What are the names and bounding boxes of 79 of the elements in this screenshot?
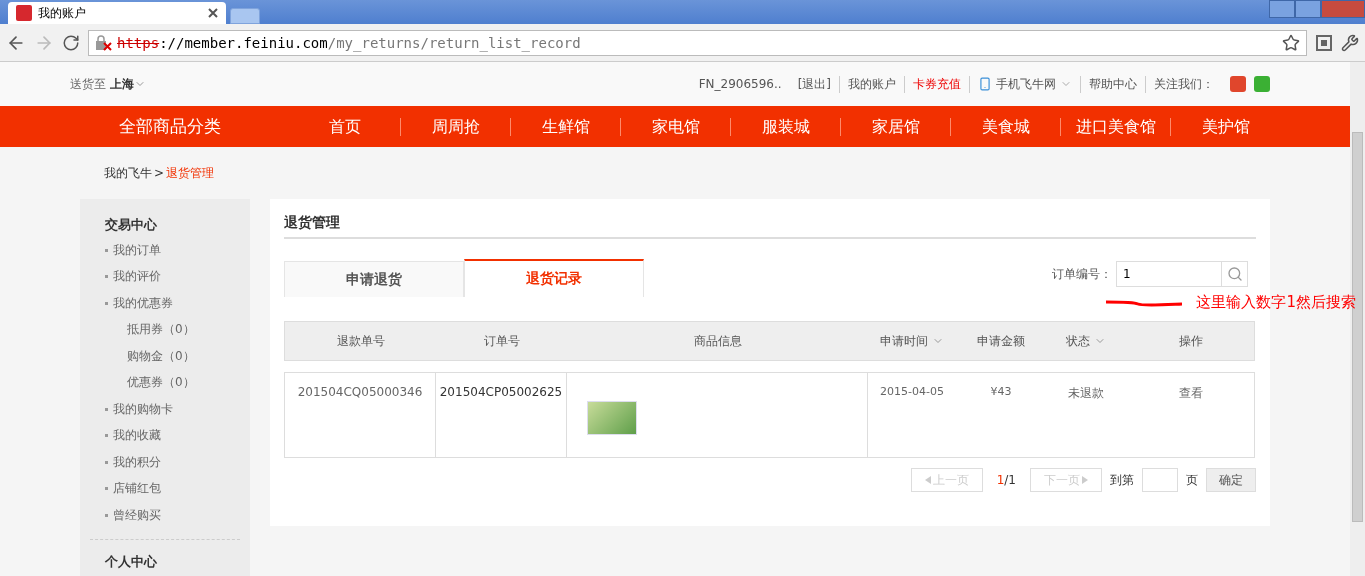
sidebar-item[interactable]: 曾经购买: [105, 502, 250, 529]
sidebar-item[interactable]: 我的积分: [105, 449, 250, 476]
maximize-button[interactable]: [1295, 0, 1321, 18]
sidebar-item[interactable]: 我的评价: [105, 263, 250, 290]
username[interactable]: FN_2906596..: [690, 77, 790, 91]
sidebar-item[interactable]: 抵用券（0）: [105, 316, 250, 343]
url-text: https://member.feiniu.com/my_returns/return_list_record: [117, 34, 581, 51]
view-link[interactable]: 查看: [1126, 373, 1256, 457]
star-icon[interactable]: [1282, 33, 1300, 52]
search-label: 订单编号：: [1052, 265, 1112, 283]
sidebar-item[interactable]: 我的购物卡: [105, 396, 250, 423]
column-header[interactable]: 申请时间: [868, 332, 956, 350]
close-icon[interactable]: [208, 8, 218, 18]
table-cell: 201504CP05002625: [436, 373, 567, 457]
confirm-button[interactable]: 确定: [1206, 468, 1256, 492]
search-icon: [1226, 266, 1243, 282]
annotation-text: 这里输入数字1然后搜索: [1196, 293, 1356, 312]
search-field[interactable]: 1: [1116, 261, 1222, 287]
new-tab-button[interactable]: [230, 8, 260, 24]
breadcrumb-current: 退货管理: [166, 164, 215, 182]
page-unit: 页: [1186, 471, 1198, 489]
browser-tab[interactable]: 我的账户: [8, 2, 226, 24]
sidebar-heading: 个人中心: [105, 552, 158, 571]
top-link[interactable]: 我的账户: [839, 75, 904, 93]
breadcrumb-separator: >: [154, 166, 165, 180]
table-cell-text: 未退款: [1067, 385, 1105, 402]
sidebar-item[interactable]: 店铺红包: [105, 475, 250, 502]
broken-lock-icon: [95, 34, 113, 51]
reload-icon[interactable]: [62, 33, 80, 52]
column-header[interactable]: 状态: [1046, 332, 1126, 350]
delivery-label: 送货至: [70, 75, 106, 93]
top-link[interactable]: 帮助中心: [1080, 75, 1145, 93]
column-header: 订单号: [482, 332, 521, 350]
site-logo-icon: [16, 5, 32, 21]
nav-item[interactable]: 家居馆: [840, 117, 950, 136]
panel-title: 退货管理: [284, 209, 1256, 239]
phone-icon: [978, 77, 992, 91]
category-menu[interactable]: 全部商品分类: [80, 115, 260, 138]
close-button[interactable]: [1321, 0, 1365, 18]
search-button[interactable]: [1222, 261, 1248, 287]
table-cell-text: 2015-04-05: [879, 384, 945, 400]
nav-item[interactable]: 服装城: [730, 117, 840, 136]
sidebar-heading: 交易中心: [105, 216, 158, 234]
top-link[interactable]: 手机飞牛网: [969, 75, 1080, 93]
column-header: 操作: [1178, 332, 1204, 350]
sidebar-item[interactable]: 我的收藏: [105, 422, 250, 449]
nav-item[interactable]: 美护馆: [1170, 117, 1280, 136]
sidebar-item[interactable]: 购物金（0）: [105, 343, 250, 370]
sidebar-item[interactable]: 优惠券（0）: [105, 369, 250, 396]
top-link[interactable]: 卡券充值: [904, 75, 969, 93]
page-input[interactable]: [1142, 468, 1178, 492]
tab[interactable]: 申请退货: [284, 261, 464, 297]
address-bar[interactable]: https://member.feiniu.com/my_returns/return_list_record: [88, 29, 1307, 56]
column-header: 退款单号: [335, 332, 386, 350]
nav-item[interactable]: 美食城: [950, 117, 1060, 136]
right-triangle-icon: [1082, 476, 1088, 484]
nav-item[interactable]: 周周抢: [400, 117, 510, 136]
nav-item[interactable]: 生鲜馆: [510, 117, 620, 136]
nav-item[interactable]: 家电馆: [620, 117, 730, 136]
column-header: 申请金额: [976, 332, 1026, 350]
breadcrumb-link[interactable]: 我的飞牛: [104, 164, 152, 182]
page-icon[interactable]: [1315, 33, 1333, 52]
photo-placeholder: [587, 401, 637, 435]
sidebar-item[interactable]: 我的订单: [105, 237, 250, 264]
wrench-icon[interactable]: [1341, 33, 1359, 52]
minimize-button[interactable]: [1269, 0, 1295, 18]
column-header: 商品信息: [692, 332, 743, 350]
goto-label: 到第: [1110, 471, 1134, 489]
tab[interactable]: 退货记录: [464, 259, 644, 297]
table-cell-text: ¥43: [989, 384, 1013, 400]
table-cell: 201504CQ05000346: [285, 373, 436, 457]
left-triangle-icon: [924, 476, 931, 484]
delivery-city[interactable]: 上海: [110, 75, 134, 93]
logout-link[interactable]: [退出]: [789, 75, 839, 93]
page-count: 1/1: [996, 473, 1016, 487]
sidebar-item[interactable]: 我的优惠券: [105, 290, 250, 317]
follow-label: 关注我们：: [1145, 75, 1222, 93]
nav-item[interactable]: 首页: [290, 117, 400, 136]
nav-item[interactable]: 进口美食馆: [1060, 117, 1170, 136]
